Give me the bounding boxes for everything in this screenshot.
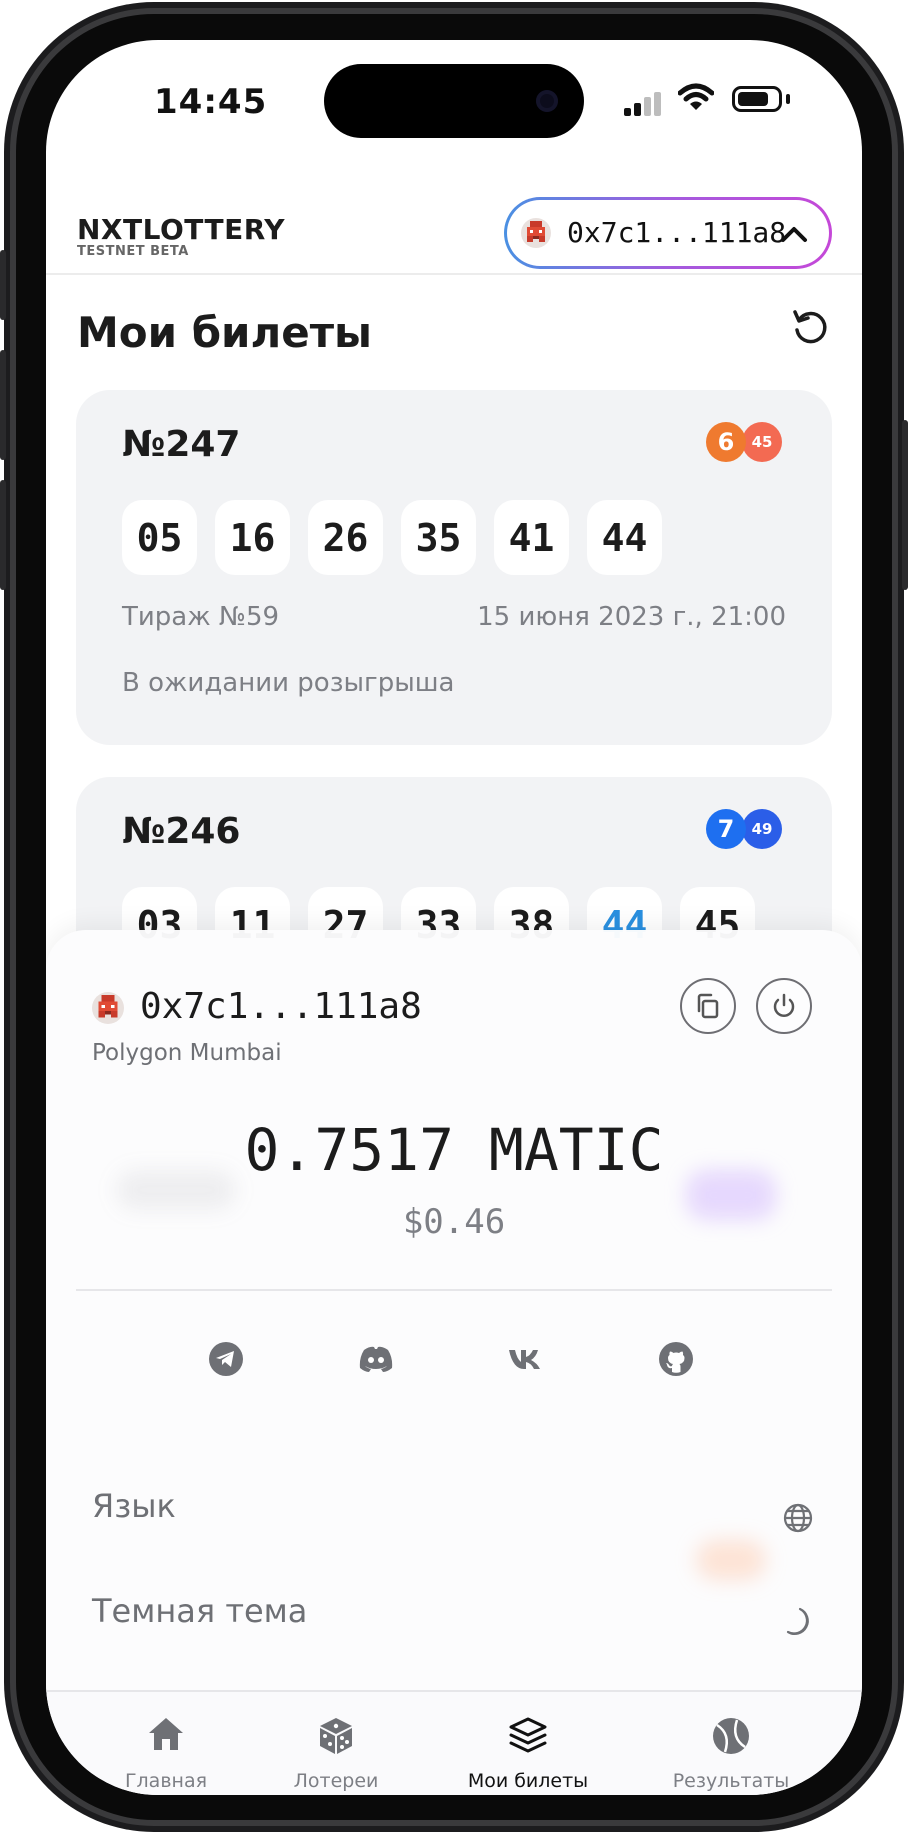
status-time: 14:45 <box>154 82 268 122</box>
wallet-sheet: 0x7c1...111a8 Polygon Mumbai 0.7517 MATI… <box>46 930 862 1690</box>
power-button <box>902 420 908 590</box>
wallet-avatar <box>521 218 551 248</box>
ticket-main-ball: 7 <box>706 809 746 849</box>
network-name: Polygon Mumbai <box>92 1040 282 1066</box>
screen: 14:45 NXTLOTTERY TESTNET BETA 0x7c1...11… <box>46 40 862 1795</box>
status-bar: 14:45 <box>46 40 862 160</box>
app-logo-subtitle: TESTNET BETA <box>77 244 189 259</box>
language-setting[interactable]: Язык <box>92 1487 176 1525</box>
home-icon <box>149 1718 183 1750</box>
ticket-status: В ожидании розыгрыша <box>122 668 455 698</box>
ticket-number: №247 <box>122 424 241 465</box>
disconnect-button[interactable] <box>756 978 812 1034</box>
ticket-numbers: 05 16 26 35 41 44 <box>122 500 662 575</box>
copy-address-button[interactable] <box>680 978 736 1034</box>
tab-bar: Главная Лотереи Мои билеты Результаты <box>46 1690 862 1795</box>
tab-results[interactable]: Результаты <box>646 1692 816 1795</box>
app-header: NXTLOTTERY TESTNET BETA 0x7c1...111a8 <box>46 165 862 275</box>
tab-home-label: Главная <box>124 1770 208 1792</box>
tab-lotteries-label: Лотереи <box>293 1770 379 1792</box>
divider <box>76 1289 832 1291</box>
dynamic-island <box>324 64 584 138</box>
power-icon <box>773 993 795 1017</box>
dice-icon <box>320 1718 352 1754</box>
app-logo[interactable]: NXTLOTTERY <box>77 213 285 246</box>
camera-icon <box>536 90 558 112</box>
vk-icon[interactable] <box>507 1340 545 1378</box>
volume-up-button <box>0 350 6 460</box>
discord-icon[interactable] <box>357 1340 395 1378</box>
ticket-number-cell: 44 <box>587 500 662 575</box>
telegram-icon[interactable] <box>207 1340 245 1378</box>
ticket-date: 15 июня 2023 г., 21:00 <box>477 602 786 632</box>
wallet-avatar <box>92 992 124 1024</box>
wallet-address: 0x7c1...111a8 <box>567 216 787 249</box>
tab-lotteries[interactable]: Лотереи <box>251 1692 421 1795</box>
chevron-up-icon <box>781 227 807 242</box>
battery-icon <box>732 86 782 112</box>
wallet-balance: 0.7517 MATIC <box>244 1116 664 1184</box>
layers-icon <box>509 1717 547 1753</box>
moon-icon[interactable] <box>782 1606 814 1638</box>
wallet-button[interactable]: 0x7c1...111a8 <box>504 197 832 269</box>
copy-icon <box>697 993 719 1019</box>
side-button <box>0 250 6 320</box>
sheet-wallet-address: 0x7c1...111a8 <box>140 986 422 1027</box>
volume-down-button <box>0 480 6 590</box>
ticket-draw: Тираж №59 <box>122 602 280 632</box>
tab-home[interactable]: Главная <box>81 1692 251 1795</box>
ticket-number-cell: 26 <box>308 500 383 575</box>
tab-my-tickets-label: Мои билеты <box>467 1770 589 1792</box>
page-title: Мои билеты <box>77 308 373 357</box>
ticket-number-cell: 41 <box>494 500 569 575</box>
ticket-number-cell: 05 <box>122 500 197 575</box>
refresh-icon[interactable] <box>790 308 830 348</box>
ball-icon <box>713 1718 749 1754</box>
globe-icon[interactable] <box>782 1502 814 1534</box>
ticket-number: №246 <box>122 811 241 852</box>
wifi-icon <box>678 83 714 110</box>
tab-my-tickets[interactable]: Мои билеты <box>443 1692 613 1795</box>
signal-icon <box>624 92 661 116</box>
ticket-extra-ball: 49 <box>742 809 782 849</box>
ticket-card[interactable]: №247 45 6 05 16 26 35 41 44 Тираж №59 15… <box>76 390 832 745</box>
github-icon[interactable] <box>657 1340 695 1378</box>
ticket-main-ball: 6 <box>706 422 746 462</box>
ticket-number-cell: 16 <box>215 500 290 575</box>
tab-results-label: Результаты <box>672 1770 790 1792</box>
phone-device: 14:45 NXTLOTTERY TESTNET BETA 0x7c1...11… <box>0 0 908 1835</box>
wallet-balance-usd: $0.46 <box>402 1202 506 1242</box>
ticket-extra-ball: 45 <box>742 422 782 462</box>
dark-theme-setting[interactable]: Темная тема <box>92 1592 307 1630</box>
ticket-number-cell: 35 <box>401 500 476 575</box>
